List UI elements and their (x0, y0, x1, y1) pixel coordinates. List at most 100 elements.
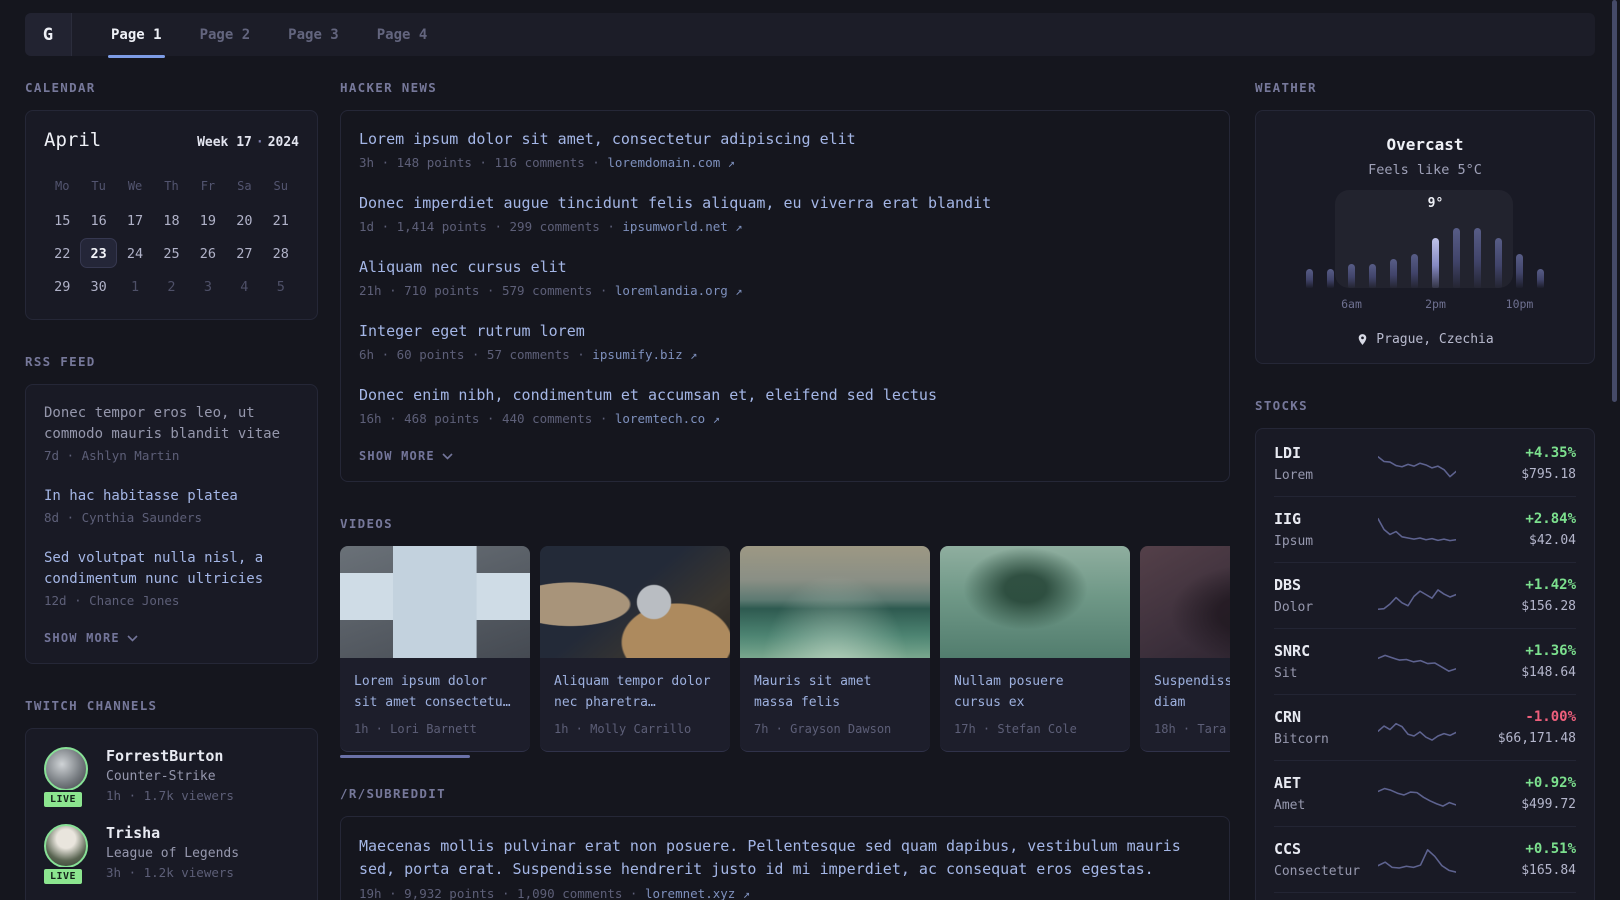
subreddit-card: Maecenas mollis pulvinar erat non posuer… (340, 816, 1230, 900)
stock-name: Dolor (1274, 600, 1314, 615)
twitch-channel-game: League of Legends (106, 846, 240, 861)
rss-item-title[interactable]: Donec tempor eros leo, ut commodo mauris… (44, 403, 299, 445)
calendar-day: 25 (163, 246, 180, 262)
video-title[interactable]: Suspendisse diam (1154, 671, 1230, 713)
video-thumbnail[interactable] (940, 546, 1130, 658)
weather-section: WEATHER Overcast Feels like 5°C 6am 9° 2… (1255, 80, 1595, 364)
hacker-news-item-domain[interactable]: loremdomain.com (607, 155, 720, 170)
twitch-channel-meta: 3h · 1.2k viewers (106, 865, 234, 880)
video-thumbnail[interactable] (1140, 546, 1230, 658)
video-carousel-scrollbar-thumb[interactable] (340, 755, 470, 758)
video-title[interactable]: Lorem ipsum dolor sit amet consectetu… (354, 671, 516, 713)
hacker-news-item-title[interactable]: Aliquam nec cursus elit (359, 257, 1211, 278)
calendar-day: 15 (54, 213, 71, 229)
calendar-weekday: Mo (54, 179, 70, 193)
video-card[interactable]: Suspendisse diam 18h · Tara (1140, 546, 1230, 752)
stock-row: LDI Lorem +4.35% $795.18 (1274, 431, 1576, 497)
rss-card: Donec tempor eros leo, ut commodo mauris… (25, 384, 318, 664)
hacker-news-item: Aliquam nec cursus elit 21h · 710 points… (359, 257, 1211, 298)
stock-name: Bitcorn (1274, 732, 1329, 747)
page-tab[interactable]: Page 1 (92, 13, 181, 58)
calendar-day: 4 (240, 279, 249, 295)
stock-sparkline (1370, 578, 1464, 614)
weather-card: Overcast Feels like 5°C 6am 9° 2pm 10pm … (1255, 110, 1595, 364)
dot-separator: · (255, 135, 264, 150)
hacker-news-item: Lorem ipsum dolor sit amet, consectetur … (359, 129, 1211, 170)
video-title[interactable]: Mauris sit amet massa felis (754, 671, 916, 713)
rss-show-more-button[interactable]: SHOW MORE (44, 631, 299, 645)
weather-bar-wrap (1369, 216, 1376, 288)
calendar-weekday: Th (164, 179, 179, 193)
hacker-news-item-domain[interactable]: loremlandia.org (615, 283, 728, 298)
weather-bar-wrap (1537, 216, 1544, 288)
weather-bar-wrap: 6am (1341, 216, 1362, 311)
right-column: WEATHER Overcast Feels like 5°C 6am 9° 2… (1255, 80, 1595, 900)
video-thumbnail[interactable] (740, 546, 930, 658)
page-scrollbar-thumb[interactable] (1612, 0, 1617, 402)
page-tab[interactable]: Page 2 (181, 13, 270, 56)
stock-price: $66,171.48 (1497, 731, 1576, 746)
stock-ticker: CRN (1274, 708, 1302, 726)
weather-bar (1306, 269, 1313, 288)
weather-hourly-chart: 6am 9° 2pm 10pm (1306, 190, 1544, 311)
hacker-news-item-title[interactable]: Lorem ipsum dolor sit amet, consectetur … (359, 129, 1211, 150)
page-tab[interactable]: Page 3 (269, 13, 358, 56)
stock-ticker: IIG (1274, 510, 1302, 528)
stock-sparkline (1370, 710, 1464, 746)
app-logo[interactable]: G (25, 13, 72, 56)
reddit-post-title[interactable]: Maecenas mollis pulvinar erat non posuer… (359, 835, 1211, 881)
calendar-weekday: We (127, 179, 143, 193)
hacker-news-item-domain[interactable]: ipsumify.biz (592, 347, 682, 362)
hacker-news-item-meta: 3h · 148 points · 116 comments · loremdo… (359, 155, 736, 170)
stock-change: +4.35% (1525, 445, 1576, 461)
page-tab[interactable]: Page 4 (358, 13, 447, 56)
video-meta: 1h · Lori Barnett (354, 722, 477, 736)
calendar-weekday: Tu (91, 179, 106, 193)
rss-header: RSS FEED (25, 354, 96, 369)
weather-bar (1369, 264, 1376, 288)
calendar-day: 24 (126, 246, 144, 262)
rss-item-title[interactable]: Sed volutpat nulla nisl, a condimentum n… (44, 548, 299, 590)
video-card[interactable]: Nullam posuere cursus ex 17h · Stefan Co… (940, 546, 1130, 752)
twitch-channel-name[interactable]: ForrestBurton (106, 747, 234, 765)
hacker-news-show-more-button[interactable]: SHOW MORE (359, 449, 1211, 463)
video-card[interactable]: Mauris sit amet massa felis 7h · Grayson… (740, 546, 930, 752)
hacker-news-item-domain[interactable]: ipsumworld.net (622, 219, 727, 234)
live-badge: LIVE (42, 867, 85, 886)
chevron-down-icon (442, 452, 453, 460)
weather-bar (1537, 269, 1544, 288)
rss-item: Donec tempor eros leo, ut commodo mauris… (44, 403, 299, 463)
external-link-icon: ↗ (690, 348, 698, 362)
stock-price: $165.84 (1521, 863, 1576, 878)
video-thumbnail[interactable] (340, 546, 530, 658)
rss-item-title[interactable]: In hac habitasse platea (44, 486, 299, 507)
twitch-channel-row[interactable]: LIVE Trisha League of Legends 3h · 1.2k … (42, 824, 299, 886)
twitch-channel-name[interactable]: Trisha (106, 824, 239, 842)
calendar-weekday: Fr (200, 179, 216, 193)
video-title[interactable]: Nullam posuere cursus ex (954, 671, 1116, 713)
calendar-month: April (44, 129, 102, 151)
video-title[interactable]: Aliquam tempor dolor nec pharetra… (554, 671, 716, 713)
video-thumbnail[interactable] (540, 546, 730, 658)
stock-price: $499.72 (1521, 797, 1576, 812)
stock-row: IIG Ipsum +2.84% $42.04 (1274, 497, 1576, 563)
video-card-body: Aliquam tempor dolor nec pharetra… 1h · … (540, 658, 730, 751)
weather-time-label: 2pm (1425, 297, 1446, 311)
twitch-channel-row[interactable]: LIVE ForrestBurton Counter-Strike 1h · 1… (42, 747, 299, 809)
hacker-news-item-domain[interactable]: loremtech.co (615, 411, 705, 426)
hacker-news-item-title[interactable]: Donec enim nibh, condimentum et accumsan… (359, 385, 1211, 406)
hacker-news-item-meta: 6h · 60 points · 57 comments · ipsumify.… (359, 347, 698, 362)
weather-bar-wrap (1327, 216, 1334, 288)
video-card[interactable]: Aliquam tempor dolor nec pharetra… 1h · … (540, 546, 730, 752)
video-card[interactable]: Lorem ipsum dolor sit amet consectetu… 1… (340, 546, 530, 752)
calendar-day-grid: 15 16 17 18 19 20 21 22 23 24 25 26 27 2… (44, 205, 299, 301)
rss-item: Sed volutpat nulla nisl, a condimentum n… (44, 548, 299, 608)
twitch-avatar-wrap: LIVE (42, 824, 90, 886)
video-meta: 1h · Molly Carrillo (554, 722, 692, 736)
external-link-icon: ↗ (735, 284, 743, 298)
hacker-news-section: HACKER NEWS Lorem ipsum dolor sit amet, … (340, 80, 1230, 482)
hacker-news-item-title[interactable]: Donec imperdiet augue tincidunt felis al… (359, 193, 1211, 214)
stock-row: DBS Dolor +1.42% $156.28 (1274, 563, 1576, 629)
reddit-post-domain[interactable]: loremnet.xyz (645, 886, 735, 900)
hacker-news-item-title[interactable]: Integer eget rutrum lorem (359, 321, 1211, 342)
